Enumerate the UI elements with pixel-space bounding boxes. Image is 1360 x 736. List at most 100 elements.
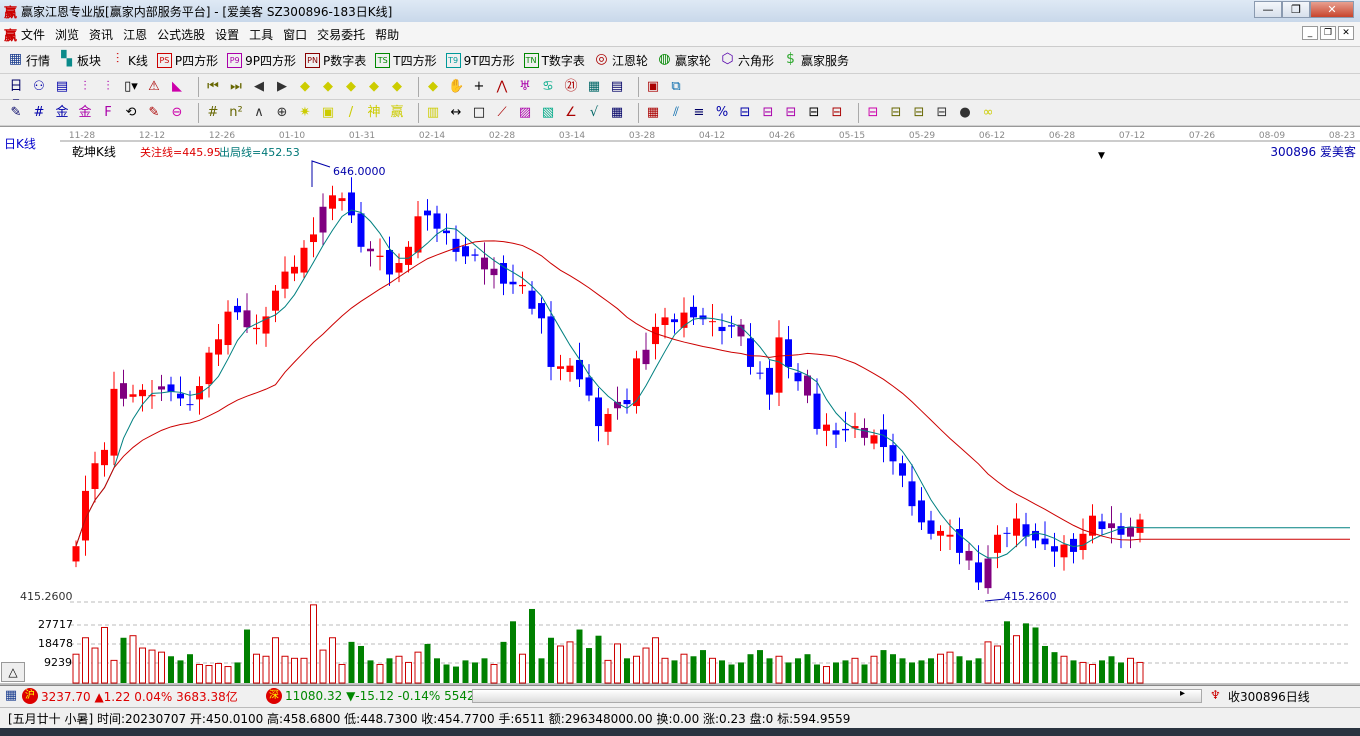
tb3-tool-icon-36[interactable]: ⊟ bbox=[888, 105, 904, 121]
tb2-tool-icon-7[interactable]: ◣ bbox=[169, 79, 185, 95]
dropdown-arrow-icon[interactable]: ▼ bbox=[1098, 151, 1105, 161]
toolbar-button-9[interactable]: ◎ 江恩轮 bbox=[594, 52, 648, 69]
toolbar-button-11[interactable]: ⬡ 六角形 bbox=[720, 52, 774, 69]
tb2-tool-icon-14[interactable]: ◆ bbox=[343, 79, 359, 95]
tb2-tool-icon-15[interactable]: ◆ bbox=[366, 79, 382, 95]
tb3-tool-icon-14[interactable]: / bbox=[343, 105, 359, 121]
menu-item-9[interactable]: 帮助 bbox=[375, 26, 399, 43]
toolbar-button-0[interactable]: ▦ 行情 bbox=[8, 52, 50, 69]
tb2-tool-icon-17[interactable]: ◆ bbox=[425, 79, 441, 95]
tb3-tool-icon-5[interactable]: ⟲ bbox=[123, 105, 139, 121]
scroll-right-icon[interactable]: ▸ bbox=[1180, 688, 1185, 699]
tb2-tool-icon-12[interactable]: ◆ bbox=[297, 79, 313, 95]
toolbar-button-7[interactable]: T9 9T四方形 bbox=[445, 52, 515, 69]
tb3-tool-icon-35[interactable]: ⊟ bbox=[865, 105, 881, 121]
tb2-tool-icon-11[interactable]: ▶ bbox=[274, 79, 290, 95]
tb3-tool-icon-37[interactable]: ⊟ bbox=[911, 105, 927, 121]
collapse-button[interactable]: △ bbox=[1, 662, 25, 682]
mdi-restore-button[interactable]: ❐ bbox=[1320, 26, 1336, 40]
maximize-button[interactable]: ❐ bbox=[1282, 1, 1310, 18]
tb3-tool-icon-6[interactable]: ✎ bbox=[146, 105, 162, 121]
chart-canvas[interactable]: 11-28 12-12 12-26 01-10 01-31 02-14 02-28 03-14… bbox=[0, 127, 1360, 685]
tb3-tool-icon-27[interactable]: ⫽ bbox=[668, 105, 684, 121]
tb2-tool-icon-25[interactable]: ▤ bbox=[609, 79, 625, 95]
tb2-tool-icon-1[interactable]: ⚇ bbox=[31, 79, 47, 95]
tb2-tool-icon-20[interactable]: ⋀ bbox=[494, 79, 510, 95]
tb2-tool-icon-18[interactable]: ✋ bbox=[448, 79, 464, 95]
tb3-tool-icon-40[interactable]: ∞ bbox=[980, 105, 996, 121]
tb2-tool-icon-8[interactable]: ⏮ bbox=[205, 79, 221, 95]
tb3-tool-icon-18[interactable]: ↔ bbox=[448, 105, 464, 121]
toolbar-button-12[interactable]: $ 赢家服务 bbox=[783, 52, 849, 69]
period-label[interactable]: 日K线 bbox=[4, 135, 36, 152]
menu-item-3[interactable]: 江恩 bbox=[123, 26, 147, 43]
tb2-tool-icon-3[interactable]: ⫶ bbox=[77, 79, 93, 95]
menu-item-8[interactable]: 交易委托 bbox=[317, 26, 365, 43]
toolbar-button-6[interactable]: TS T四方形 bbox=[375, 52, 437, 69]
tb3-tool-icon-22[interactable]: ▧ bbox=[540, 105, 556, 121]
tb2-tool-icon-10[interactable]: ◀ bbox=[251, 79, 267, 95]
tb2-tool-icon-23[interactable]: ㉑ bbox=[563, 79, 579, 95]
tb3-tool-icon-32[interactable]: ⊟ bbox=[783, 105, 799, 121]
menu-item-1[interactable]: 浏览 bbox=[55, 26, 79, 43]
tb3-tool-icon-19[interactable]: □ bbox=[471, 105, 487, 121]
tb3-tool-icon-29[interactable]: % bbox=[714, 105, 730, 121]
mdi-close-button[interactable]: ✕ bbox=[1338, 26, 1354, 40]
tb3-tool-icon-24[interactable]: √ bbox=[586, 105, 602, 121]
tb3-tool-icon-28[interactable]: ≡ bbox=[691, 105, 707, 121]
tb3-tool-icon-16[interactable]: 赢 bbox=[389, 105, 405, 121]
menu-item-4[interactable]: 公式选股 bbox=[157, 26, 205, 43]
tb2-tool-icon-19[interactable]: + bbox=[471, 79, 487, 95]
tb3-tool-icon-1[interactable]: # bbox=[31, 105, 47, 121]
menu-item-2[interactable]: 资讯 bbox=[89, 26, 113, 43]
tb3-tool-icon-39[interactable]: ● bbox=[957, 105, 973, 121]
tb3-tool-icon-3[interactable]: 金 bbox=[77, 105, 93, 121]
tb3-tool-icon-4[interactable]: F bbox=[100, 105, 116, 121]
toolbar-button-10[interactable]: ◍ 赢家轮 bbox=[657, 52, 711, 69]
tb2-tool-icon-27[interactable]: ⧉ bbox=[668, 79, 684, 95]
toolbar-button-3[interactable]: PS P四方形 bbox=[156, 52, 218, 69]
close-button[interactable]: ✕ bbox=[1310, 1, 1354, 18]
tb2-tool-icon-5[interactable]: ▯▾ bbox=[123, 79, 139, 95]
tb3-tool-icon-2[interactable]: 金 bbox=[54, 105, 70, 121]
tb3-tool-icon-9[interactable]: n² bbox=[228, 105, 244, 121]
tb2-tool-icon-4[interactable]: ⫶ bbox=[100, 79, 116, 95]
tb2-tool-icon-24[interactable]: ▦ bbox=[586, 79, 602, 95]
tb2-tool-icon-2[interactable]: ▤ bbox=[54, 79, 70, 95]
tb3-tool-icon-17[interactable]: ▥ bbox=[425, 105, 441, 121]
tb3-tool-icon-31[interactable]: ⊟ bbox=[760, 105, 776, 121]
tb3-tool-icon-15[interactable]: 神 bbox=[366, 105, 382, 121]
tb3-tool-icon-38[interactable]: ⊟ bbox=[934, 105, 950, 121]
menu-item-0[interactable]: 文件 bbox=[21, 26, 45, 43]
horizontal-scrollbar[interactable] bbox=[472, 689, 1202, 703]
tb3-tool-icon-33[interactable]: ⊟ bbox=[806, 105, 822, 121]
tb3-tool-icon-10[interactable]: ∧ bbox=[251, 105, 267, 121]
minimize-button[interactable]: — bbox=[1254, 1, 1282, 18]
kline-chart[interactable]: 11-28 12-12 12-26 01-10 01-31 02-14 02-28 03-14… bbox=[0, 126, 1360, 685]
tb2-tool-icon-22[interactable]: ♋ bbox=[540, 79, 556, 95]
tb3-tool-icon-12[interactable]: ✷ bbox=[297, 105, 313, 121]
toolbar-button-8[interactable]: TN T数字表 bbox=[523, 52, 585, 69]
tb2-tool-icon-16[interactable]: ◆ bbox=[389, 79, 405, 95]
tb3-tool-icon-8[interactable]: # bbox=[205, 105, 221, 121]
tb3-tool-icon-30[interactable]: ⊟ bbox=[737, 105, 753, 121]
tb3-tool-icon-0[interactable]: ✎ bbox=[8, 105, 24, 121]
tb3-tool-icon-7[interactable]: ⊖ bbox=[169, 105, 185, 121]
tb3-tool-icon-26[interactable]: ▦ bbox=[645, 105, 661, 121]
menu-item-7[interactable]: 窗口 bbox=[283, 26, 307, 43]
tb3-tool-icon-34[interactable]: ⊟ bbox=[829, 105, 845, 121]
tb3-tool-icon-13[interactable]: ▣ bbox=[320, 105, 336, 121]
tb2-tool-icon-26[interactable]: ▣ bbox=[645, 79, 661, 95]
tb3-tool-icon-25[interactable]: ▦ bbox=[609, 105, 625, 121]
menu-item-6[interactable]: 工具 bbox=[249, 26, 273, 43]
toolbar-button-2[interactable]: ⫶ K线 bbox=[110, 52, 148, 69]
tb3-tool-icon-21[interactable]: ▨ bbox=[517, 105, 533, 121]
tb2-tool-icon-13[interactable]: ◆ bbox=[320, 79, 336, 95]
tb2-tool-icon-6[interactable]: ⚠ bbox=[146, 79, 162, 95]
tb3-tool-icon-11[interactable]: ⊕ bbox=[274, 105, 290, 121]
toolbar-button-1[interactable]: ▚ 板块 bbox=[59, 52, 101, 69]
table-icon[interactable]: ▦ bbox=[3, 688, 19, 704]
menu-item-5[interactable]: 设置 bbox=[215, 26, 239, 43]
tb3-tool-icon-20[interactable]: ⟋ bbox=[494, 105, 510, 121]
toolbar-button-5[interactable]: PN P数字表 bbox=[305, 52, 366, 69]
